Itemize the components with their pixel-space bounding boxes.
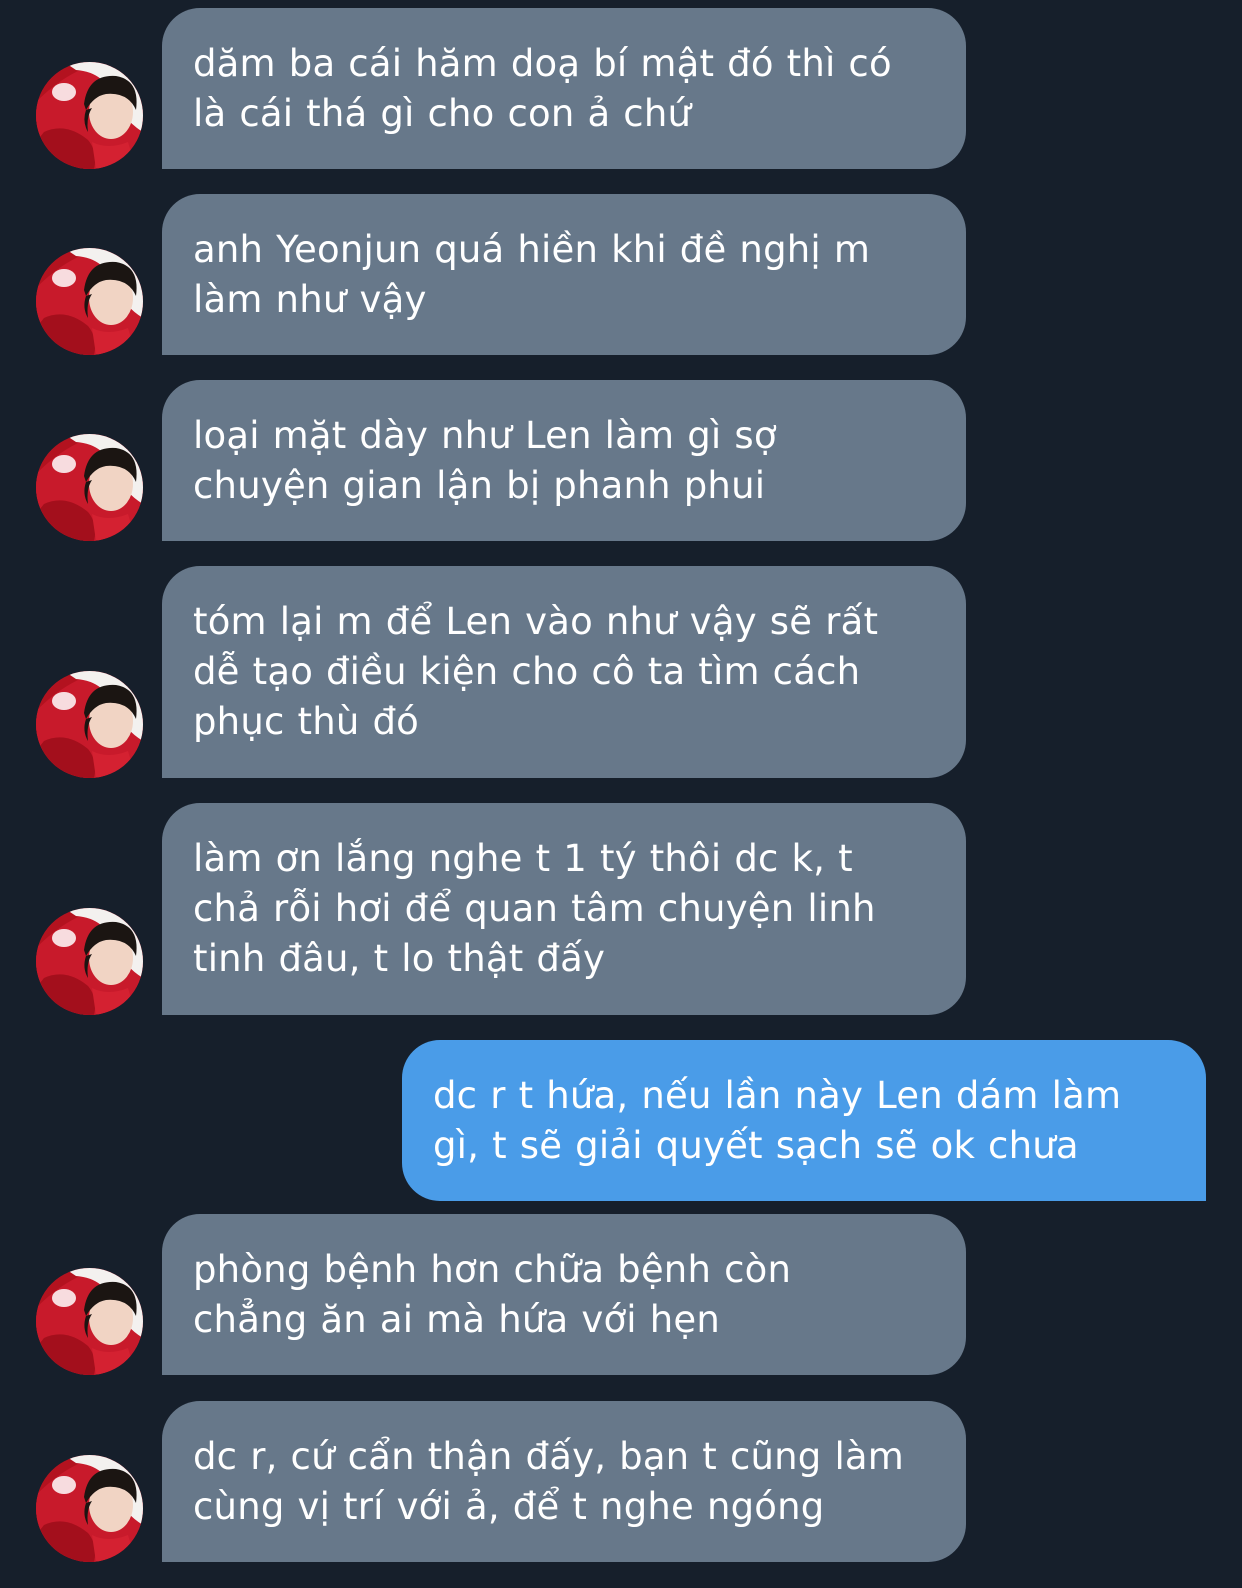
contact-avatar-icon[interactable] <box>36 671 143 778</box>
contact-avatar-icon[interactable] <box>36 908 143 1015</box>
incoming-message-bubble[interactable]: anh Yeonjun quá hiền khi đề nghị m làm n… <box>162 194 966 355</box>
contact-avatar-icon[interactable] <box>36 1268 143 1375</box>
incoming-message-bubble[interactable]: dc r, cứ cẩn thận đấy, bạn t cũng làm cù… <box>162 1401 966 1562</box>
contact-avatar-icon[interactable] <box>36 434 143 541</box>
incoming-message-bubble[interactable]: loại mặt dày như Len làm gì sợ chuyện gi… <box>162 380 966 541</box>
incoming-message-bubble[interactable]: dăm ba cái hăm doạ bí mật đó thì có là c… <box>162 8 966 169</box>
incoming-message-bubble[interactable]: làm ơn lắng nghe t 1 tý thôi dc k, t chả… <box>162 803 966 1015</box>
chat-screen: { "colors": { "background": "#161f2b", "… <box>0 0 1242 1588</box>
incoming-message-bubble[interactable]: tóm lại m để Len vào như vậy sẽ rất dễ t… <box>162 566 966 778</box>
contact-avatar-icon[interactable] <box>36 1455 143 1562</box>
contact-avatar-icon[interactable] <box>36 248 143 355</box>
incoming-message-bubble[interactable]: phòng bệnh hơn chữa bệnh còn chẳng ăn ai… <box>162 1214 966 1375</box>
contact-avatar-icon[interactable] <box>36 62 143 169</box>
outgoing-message-bubble[interactable]: dc r t hứa, nếu lần này Len dám làm gì, … <box>402 1040 1206 1201</box>
